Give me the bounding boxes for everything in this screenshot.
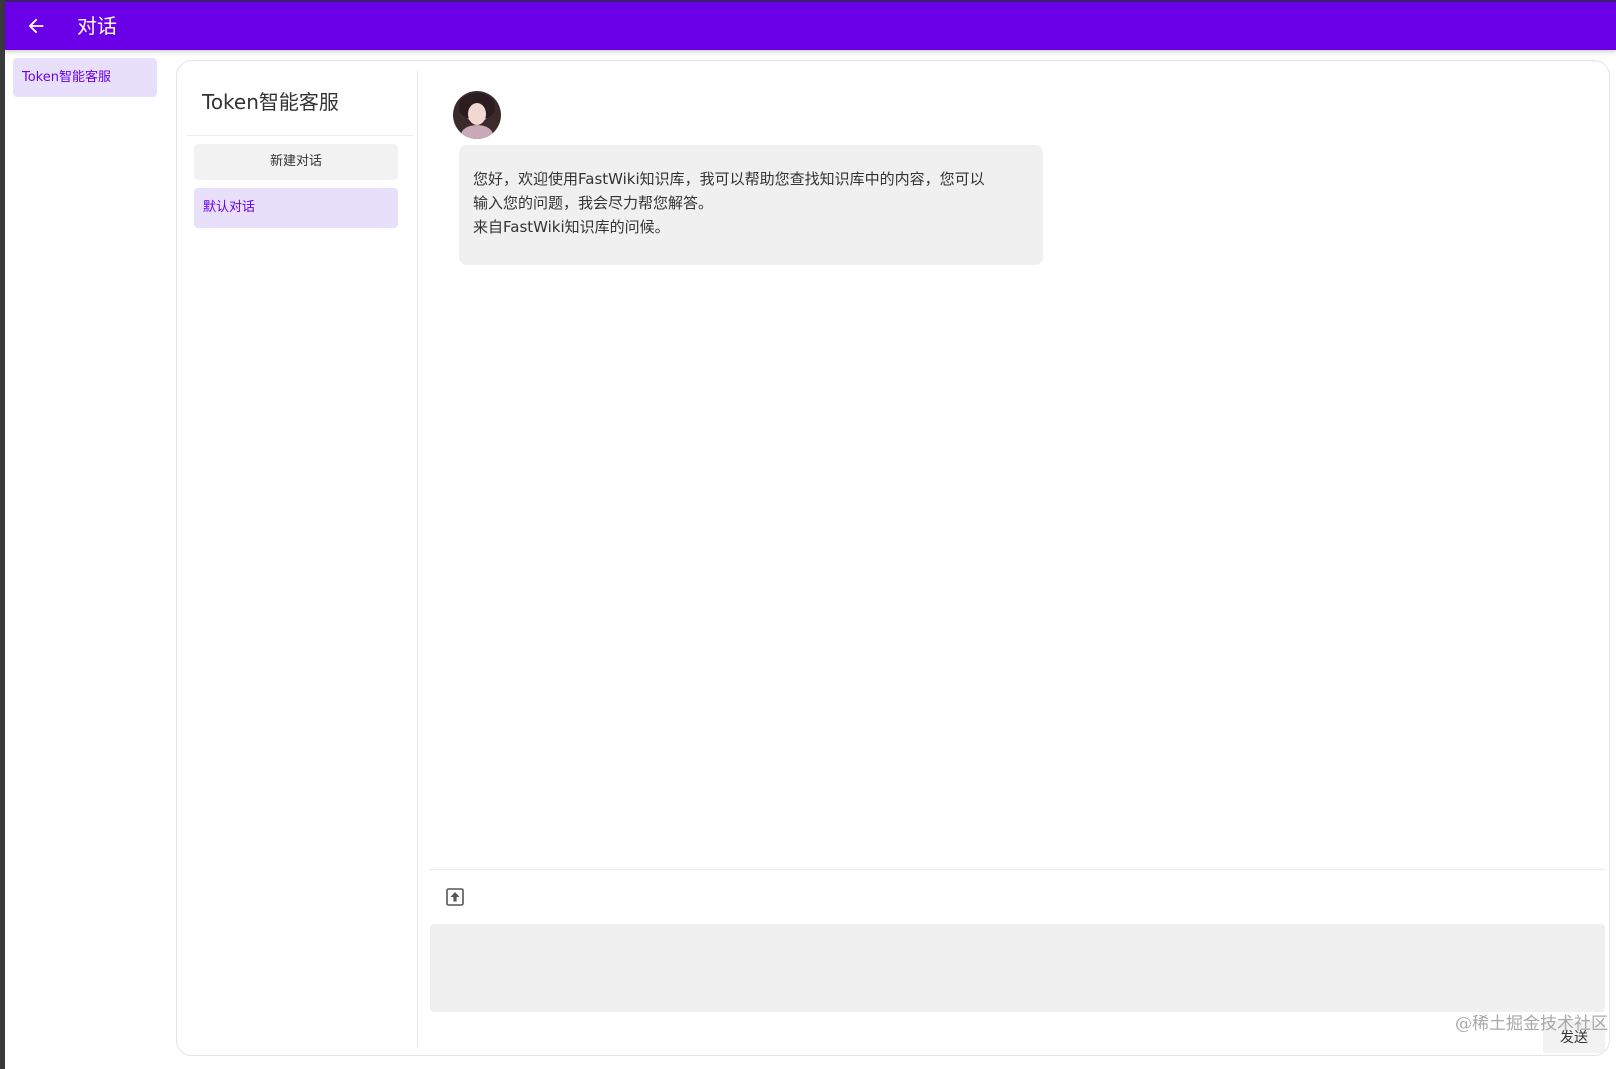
conversation-item-default[interactable]: 默认对话 <box>194 188 398 228</box>
upload-icon <box>446 888 464 906</box>
input-divider <box>430 869 1605 870</box>
sidebar-item-token-service[interactable]: Token智能客服 <box>13 58 157 97</box>
upload-button[interactable] <box>444 886 466 908</box>
app-bar: 对话 <box>5 0 1616 50</box>
chat-card: Token智能客服 新建对话 默认对话 您好，欢迎使用FastWiki知识库，我… <box>176 60 1610 1056</box>
message-bubble: 您好，欢迎使用FastWiki知识库，我可以帮助您查找知识库中的内容，您可以 输… <box>459 145 1043 265</box>
message-input[interactable] <box>430 924 1605 1012</box>
message-line: 输入您的问题，我会尽力帮您解答。 <box>473 194 714 212</box>
conversation-panel: Token智能客服 新建对话 默认对话 <box>177 61 417 1055</box>
back-button[interactable] <box>21 11 51 41</box>
message-line: 您好，欢迎使用FastWiki知识库，我可以帮助您查找知识库中的内容，您可以 <box>473 170 985 188</box>
app-name-heading: Token智能客服 <box>202 90 339 114</box>
window-edge <box>0 0 5 1069</box>
assistant-avatar <box>453 91 501 139</box>
watermark: @稀土掘金技术社区 <box>1455 1014 1608 1034</box>
new-chat-button[interactable]: 新建对话 <box>194 144 398 180</box>
divider <box>187 135 413 136</box>
arrow-left-icon <box>28 18 44 34</box>
page-title: 对话 <box>77 14 117 38</box>
message-line: 来自FastWiki知识库的问候。 <box>473 218 670 236</box>
chat-area: 您好，欢迎使用FastWiki知识库，我可以帮助您查找知识库中的内容，您可以 输… <box>418 61 1609 1055</box>
